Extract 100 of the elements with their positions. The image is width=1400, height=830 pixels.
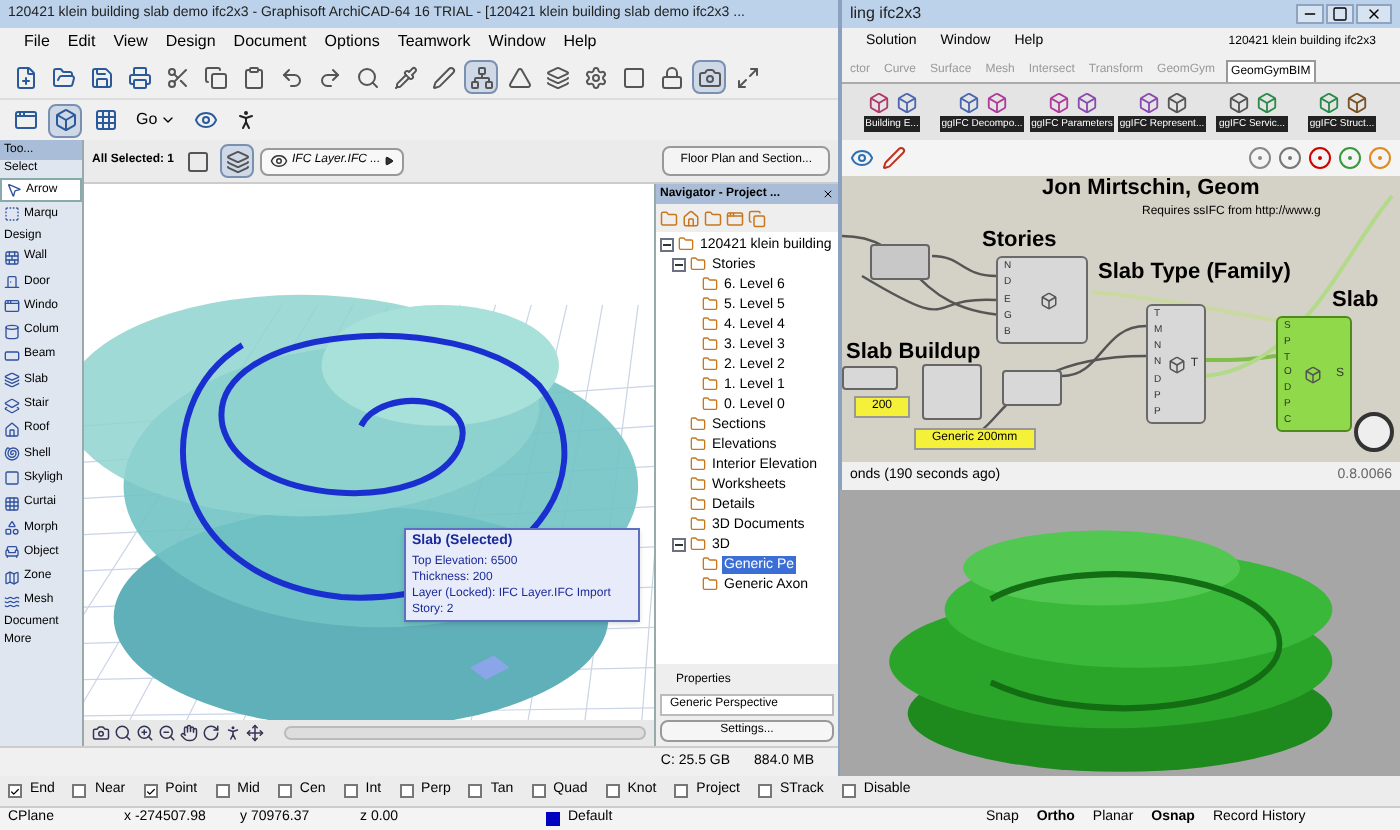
folder-icon <box>702 316 718 332</box>
checkbox[interactable] <box>399 784 414 798</box>
canvas-tool-button[interactable] <box>1248 146 1272 170</box>
box-icon <box>1167 355 1186 373</box>
close-button[interactable] <box>822 188 834 200</box>
copy-icon <box>203 65 227 89</box>
menu-item[interactable]: File <box>24 30 50 54</box>
maximize-icon <box>1332 6 1348 22</box>
component-button[interactable] <box>866 90 890 114</box>
checkbox[interactable] <box>757 784 772 798</box>
component-button[interactable] <box>1074 90 1098 114</box>
print-icon <box>127 65 151 89</box>
folder-icon <box>690 256 706 272</box>
checkbox[interactable] <box>531 784 546 798</box>
expand-toggle[interactable] <box>672 537 686 551</box>
folder-icon <box>690 436 706 452</box>
layer-node[interactable] <box>1002 370 1062 406</box>
canvas-tool-button[interactable] <box>1338 146 1362 170</box>
cube-icon <box>53 108 77 132</box>
save-icon <box>89 65 113 89</box>
component-button[interactable] <box>1344 90 1368 114</box>
checkbox[interactable] <box>8 784 22 798</box>
checkbox[interactable] <box>605 784 620 798</box>
navigation-dial-icon[interactable] <box>1354 412 1394 452</box>
move-button[interactable] <box>246 724 264 742</box>
component-button[interactable] <box>1046 90 1070 114</box>
zoom-in-button[interactable] <box>136 724 154 742</box>
close-button[interactable] <box>1356 4 1392 24</box>
menu-item[interactable]: Window <box>488 30 546 54</box>
brick-wall-icon <box>4 249 20 266</box>
component-button[interactable] <box>894 90 918 114</box>
camera-button[interactable] <box>692 60 726 94</box>
walk-button[interactable] <box>224 724 242 742</box>
checkbox[interactable] <box>468 784 483 798</box>
search-icon <box>355 65 379 89</box>
component-button[interactable] <box>1226 90 1250 114</box>
folder-icon <box>702 296 718 312</box>
folder-icon <box>702 396 718 412</box>
material-node[interactable] <box>842 366 898 390</box>
navigator-tool-button[interactable] <box>682 209 700 227</box>
checkbox[interactable] <box>343 784 358 798</box>
navigator-tool-button[interactable] <box>748 209 766 227</box>
window-icon <box>726 209 744 227</box>
box-icon <box>1317 91 1339 113</box>
triangle-icon <box>507 65 531 89</box>
checkbox[interactable] <box>143 784 158 798</box>
folder-icon <box>702 356 718 372</box>
box-icon <box>957 91 979 113</box>
layers-button[interactable] <box>220 144 255 178</box>
scrollbar[interactable] <box>284 726 646 740</box>
component-button[interactable] <box>1316 90 1340 114</box>
boolean-node[interactable] <box>870 244 930 280</box>
paste-icon <box>241 65 265 89</box>
zoom-out-button[interactable] <box>158 724 176 742</box>
square-icon <box>185 149 210 173</box>
expand-toggle[interactable] <box>660 237 674 251</box>
search-button[interactable] <box>114 724 132 742</box>
checkbox[interactable] <box>72 784 87 798</box>
map-icon <box>4 569 20 586</box>
checkbox[interactable] <box>215 784 230 798</box>
navigator-tool-button[interactable] <box>660 209 678 227</box>
box-icon <box>1304 365 1323 383</box>
component-button[interactable] <box>1164 90 1188 114</box>
cube-button[interactable] <box>48 103 82 137</box>
component-button[interactable] <box>984 90 1008 114</box>
minimize-button[interactable] <box>1296 4 1324 24</box>
camera-button[interactable] <box>92 724 110 742</box>
checkbox[interactable] <box>841 784 856 798</box>
box-icon <box>1047 91 1069 113</box>
rotate-button[interactable] <box>202 724 220 742</box>
dot-circle-icon <box>1338 146 1362 170</box>
navigator-tool-button[interactable] <box>726 209 744 227</box>
menu-item[interactable]: Options <box>324 30 380 54</box>
network-button[interactable] <box>464 60 498 94</box>
menu-item[interactable]: View <box>113 30 148 54</box>
folder-icon <box>704 209 722 227</box>
hand-button[interactable] <box>180 724 198 742</box>
menu-item[interactable]: Teamwork <box>397 30 471 54</box>
paint-button[interactable] <box>882 146 906 170</box>
shapes-icon <box>4 520 20 536</box>
checkbox[interactable] <box>674 784 689 798</box>
menu-item[interactable]: Help <box>563 30 597 54</box>
menu-item[interactable]: Edit <box>67 30 96 54</box>
buildup-node[interactable] <box>922 364 982 420</box>
canvas-tool-button[interactable] <box>1278 146 1302 170</box>
component-button[interactable] <box>956 90 980 114</box>
menu-item[interactable]: Design <box>165 30 216 54</box>
checkbox[interactable] <box>277 784 292 798</box>
component-button[interactable] <box>1254 90 1278 114</box>
canvas-tool-button[interactable] <box>1308 146 1332 170</box>
menu-item[interactable]: Document <box>233 30 307 54</box>
preview-button[interactable] <box>850 146 874 170</box>
shell-icon <box>4 446 20 463</box>
house-icon <box>682 209 700 227</box>
navigator-tool-button[interactable] <box>704 209 722 227</box>
go-button[interactable]: Go <box>128 108 184 132</box>
component-button[interactable] <box>1136 90 1160 114</box>
maximize-button[interactable] <box>1326 4 1354 24</box>
dot-circle-icon <box>1308 146 1332 170</box>
expand-toggle[interactable] <box>672 257 686 271</box>
